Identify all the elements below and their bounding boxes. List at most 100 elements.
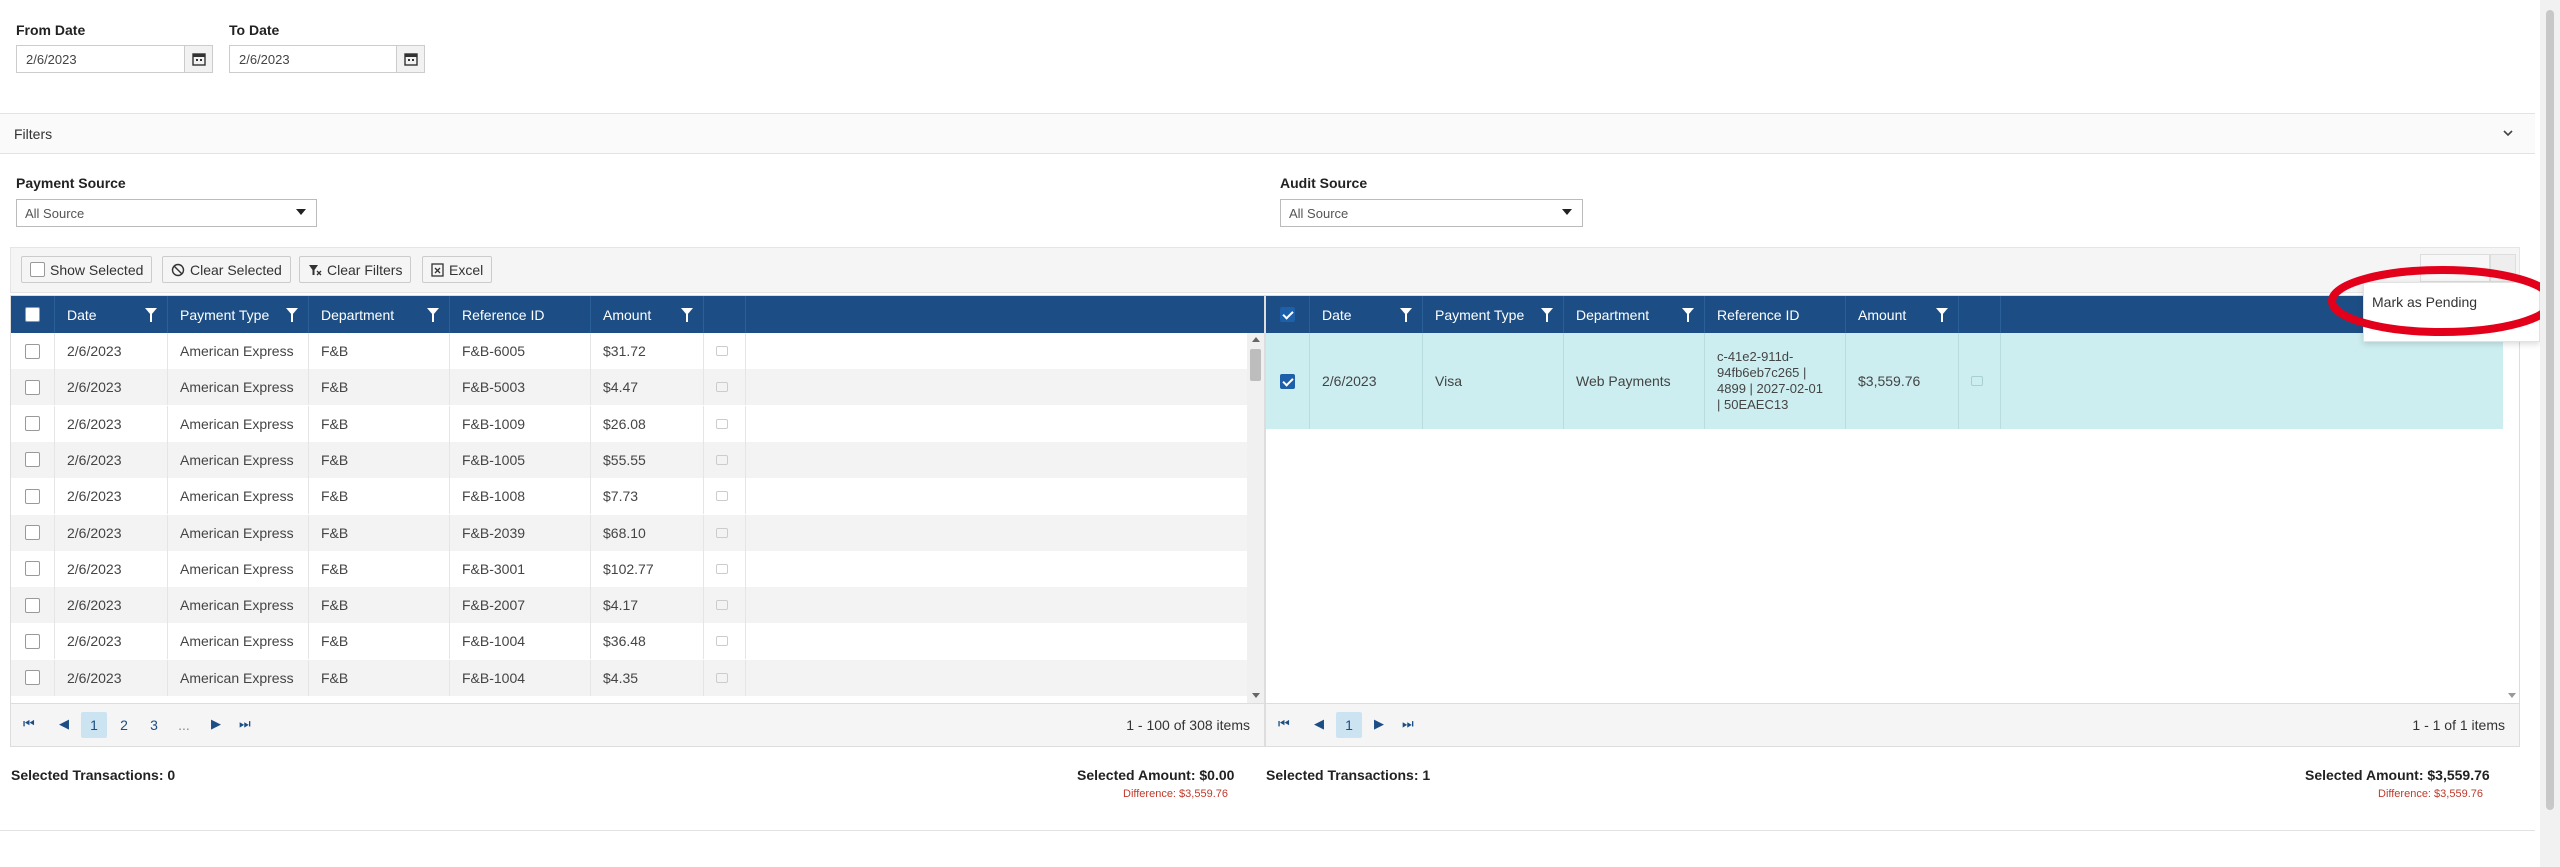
comment-icon[interactable] [704, 514, 746, 551]
column-header-date[interactable]: Date [1310, 296, 1423, 333]
scrollbar-thumb[interactable] [1250, 349, 1261, 381]
row-checkbox[interactable] [11, 369, 55, 406]
comment-icon[interactable] [1959, 333, 2001, 429]
cell-amount: $3,559.76 [1846, 333, 1959, 429]
prev-page-icon[interactable]: ◀ [1314, 716, 1324, 732]
column-header-department[interactable]: Department [309, 296, 450, 333]
calendar-icon[interactable] [184, 46, 212, 72]
next-page-icon[interactable]: ▶ [211, 716, 221, 732]
cell-department: F&B [309, 623, 450, 660]
comment-icon[interactable] [704, 478, 746, 515]
filter-icon[interactable] [427, 308, 439, 322]
audit-source-select[interactable]: All Source [1280, 199, 1583, 227]
vertical-scrollbar[interactable] [1247, 333, 1264, 703]
filter-icon[interactable] [1541, 308, 1553, 322]
column-header-department[interactable]: Department [1564, 296, 1705, 333]
filter-icon[interactable] [286, 308, 298, 322]
checkbox[interactable] [30, 262, 45, 277]
last-page-icon[interactable]: ⏭ [1402, 716, 1414, 732]
pager: ⏮ ◀ 1 ▶ ⏭ 1 - 1 of 1 items [1266, 703, 2519, 746]
comment-icon[interactable] [704, 441, 746, 478]
cell-reference-id: F&B-1009 [450, 405, 591, 442]
vertical-scrollbar[interactable] [2503, 333, 2519, 703]
table-row[interactable]: 2/6/2023 American Express F&B F&B-1004 $4.35 [11, 659, 1247, 696]
row-checkbox[interactable] [1266, 333, 1310, 429]
comment-icon[interactable] [704, 659, 746, 696]
prev-page-icon[interactable]: ◀ [59, 716, 69, 732]
table-row[interactable]: 2/6/2023 American Express F&B F&B-1009 $26.0… [11, 405, 1247, 442]
page-scrollbar[interactable] [2540, 0, 2560, 867]
filter-icon[interactable] [1400, 308, 1412, 322]
select-all-checkbox[interactable] [1266, 296, 1310, 333]
column-header-amount[interactable]: Amount [1846, 296, 1959, 333]
table-row[interactable]: 2/6/2023 American Express F&B F&B-1008 $7.73 [11, 478, 1247, 515]
page-2[interactable]: 2 [111, 712, 137, 738]
cell-reference-id: F&B-6005 [450, 333, 591, 369]
cell-reference-id: F&B-1004 [450, 623, 591, 660]
select-all-checkbox[interactable] [11, 296, 55, 333]
column-header-payment-type[interactable]: Payment Type [168, 296, 309, 333]
cell-department: F&B [309, 478, 450, 515]
column-header-reference-id[interactable]: Reference ID [450, 296, 591, 333]
next-page-icon[interactable]: ▶ [1374, 716, 1384, 732]
row-checkbox[interactable] [11, 514, 55, 551]
comment-icon[interactable] [704, 623, 746, 660]
table-row[interactable]: 2/6/2023 American Express F&B F&B-6005 $31.7… [11, 333, 1247, 369]
cell-date: 2/6/2023 [55, 333, 168, 369]
column-header-reference-id[interactable]: Reference ID [1705, 296, 1846, 333]
row-checkbox[interactable] [11, 333, 55, 369]
table-row[interactable]: 2/6/2023 American Express F&B F&B-3001 $102.… [11, 550, 1247, 587]
row-checkbox[interactable] [11, 587, 55, 624]
column-header-amount[interactable]: Amount [591, 296, 704, 333]
filter-icon[interactable] [681, 308, 693, 322]
last-page-icon[interactable]: ⏭ [239, 716, 251, 732]
table-row[interactable]: 2/6/2023 Visa Web Payments c-41e2-911d- … [1266, 333, 2503, 429]
show-selected-button[interactable]: Show Selected [21, 256, 153, 283]
calendar-icon[interactable] [396, 46, 424, 72]
comment-icon[interactable] [704, 550, 746, 587]
chevron-down-icon[interactable] [2502, 128, 2514, 138]
cell-department: F&B [309, 333, 450, 369]
page-3[interactable]: 3 [141, 712, 167, 738]
first-page-icon[interactable]: ⏮ [23, 716, 35, 732]
first-page-icon[interactable]: ⏮ [1278, 716, 1290, 732]
table-row[interactable]: 2/6/2023 American Express F&B F&B-5003 $4.47 [11, 369, 1247, 406]
table-row[interactable]: 2/6/2023 American Express F&B F&B-1005 $55.5… [11, 441, 1247, 478]
comment-icon[interactable] [704, 587, 746, 624]
clear-selected-button[interactable]: Clear Selected [162, 256, 291, 283]
table-row[interactable]: 2/6/2023 American Express F&B F&B-2007 $4.17 [11, 587, 1247, 624]
table-row[interactable]: 2/6/2023 American Express F&B F&B-2039 $68.1… [11, 514, 1247, 551]
row-checkbox[interactable] [11, 478, 55, 515]
page-1[interactable]: 1 [81, 712, 107, 738]
table-row[interactable]: 2/6/2023 American Express F&B F&B-1004 $36.4… [11, 623, 1247, 660]
payment-source-select[interactable]: All Source [16, 199, 317, 227]
comment-icon[interactable] [704, 405, 746, 442]
clear-selected-label: Clear Selected [190, 261, 282, 278]
comment-icon[interactable] [704, 369, 746, 406]
scroll-down-icon[interactable] [1252, 693, 1260, 698]
scroll-up-icon[interactable] [1252, 337, 1260, 342]
clear-filters-button[interactable]: Clear Filters [299, 256, 412, 283]
from-date-input[interactable]: 2/6/2023 [16, 45, 213, 73]
column-header-payment-type[interactable]: Payment Type [1423, 296, 1564, 333]
row-checkbox[interactable] [11, 659, 55, 696]
excel-button[interactable]: Excel [422, 256, 493, 283]
audit-grid: Date Payment Type Department Reference I… [1265, 295, 2520, 747]
page-scrollbar-thumb[interactable] [2546, 10, 2554, 810]
right-difference: Difference: $3,559.76 [2378, 788, 2483, 800]
column-header-date[interactable]: Date [55, 296, 168, 333]
row-checkbox[interactable] [11, 623, 55, 660]
to-date-input[interactable]: 2/6/2023 [229, 45, 425, 73]
scroll-down-icon[interactable] [2508, 693, 2516, 698]
filter-icon[interactable] [1936, 308, 1948, 322]
row-checkbox[interactable] [11, 550, 55, 587]
row-checkbox[interactable] [11, 405, 55, 442]
cell-date: 2/6/2023 [55, 405, 168, 442]
comment-icon[interactable] [704, 333, 746, 369]
row-checkbox[interactable] [11, 441, 55, 478]
filter-icon[interactable] [145, 308, 157, 322]
filter-icon[interactable] [1682, 308, 1694, 322]
page-1[interactable]: 1 [1336, 712, 1362, 738]
filters-bar[interactable]: Filters [0, 114, 2535, 154]
page-more[interactable]: ... [171, 712, 197, 738]
